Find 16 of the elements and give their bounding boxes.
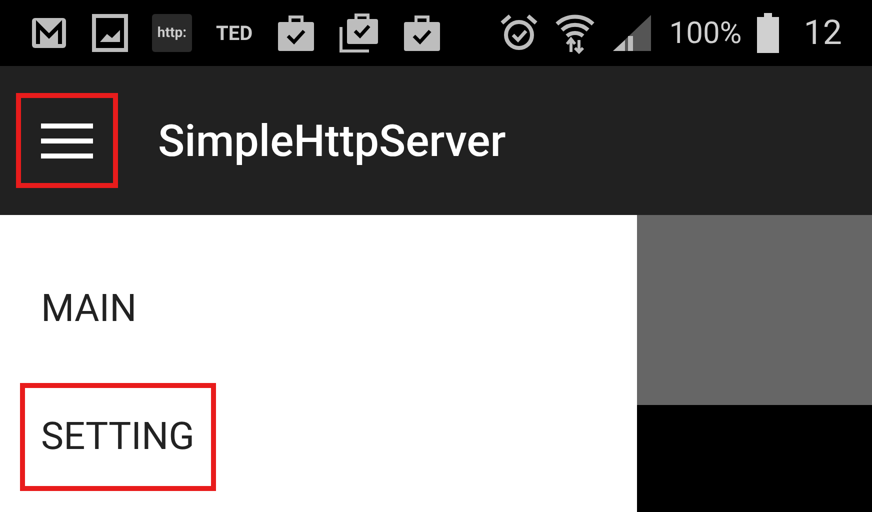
menu-icon [41, 122, 93, 158]
battery-icon [756, 13, 780, 53]
briefcase-check-icon [276, 14, 315, 52]
image-icon [92, 14, 128, 52]
alarm-icon [499, 13, 540, 53]
mail-icon [30, 16, 68, 50]
drawer-item[interactable]: SETTING [20, 383, 216, 491]
briefcases-check-icon [338, 13, 379, 53]
app-title: SimpleHttpServer [158, 114, 506, 168]
drawer-item[interactable]: MAIN [20, 255, 158, 363]
clock-text: 12 [804, 12, 842, 54]
battery-text: 100% [669, 14, 742, 52]
notification-text: TED [216, 20, 253, 47]
app-label-icon: http: [152, 14, 192, 52]
menu-button[interactable] [16, 93, 118, 188]
briefcase-check-icon [402, 14, 441, 52]
